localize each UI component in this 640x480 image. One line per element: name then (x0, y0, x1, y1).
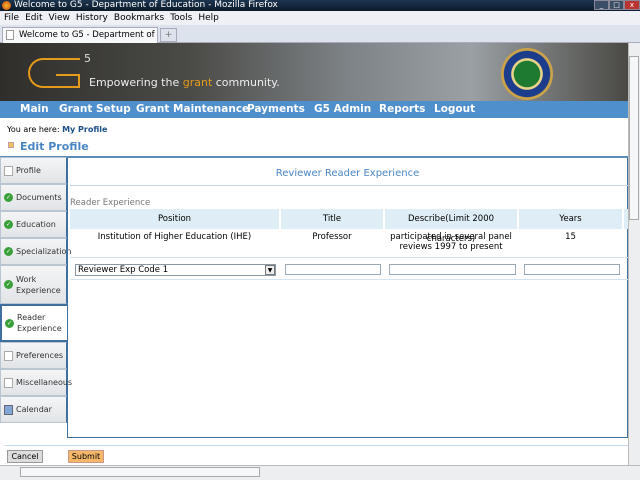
cell-describe: participated in several panel reviews 19… (390, 232, 512, 252)
section-heading: Reader Experience (70, 198, 151, 208)
nav-grant-maintenance[interactable]: Grant Maintenance (136, 101, 249, 118)
sidebar-item-calendar[interactable]: Calendar (0, 396, 67, 423)
sidebar-label: Documents (16, 193, 62, 202)
sidebar-label: Work Experience (16, 274, 61, 295)
tagline-pre: Empowering the (89, 76, 183, 89)
new-tab-button[interactable]: + (160, 28, 177, 42)
sidebar-item-miscellaneous[interactable]: Miscellaneous (0, 369, 72, 396)
sidebar-label: Specialization (16, 247, 72, 256)
nav-main[interactable]: Main (20, 101, 49, 118)
sidebar-item-work-experience[interactable]: ✓ Work Experience (0, 265, 67, 304)
sidebar-item-education[interactable]: ✓ Education (0, 211, 67, 238)
nav-grant-setup[interactable]: Grant Setup (59, 101, 131, 118)
page-title: Edit Profile (20, 140, 89, 153)
menu-bar: File Edit View History Bookmarks Tools Help (0, 11, 640, 25)
firefox-icon (2, 1, 11, 10)
nav-payments[interactable]: Payments (247, 101, 305, 118)
cancel-button[interactable]: Cancel (7, 450, 43, 463)
sidebar-label: Education (16, 220, 56, 229)
document-icon (4, 350, 13, 361)
years-input[interactable] (524, 264, 620, 275)
divider (5, 445, 628, 446)
menu-edit[interactable]: Edit (25, 13, 42, 23)
chevron-down-icon[interactable]: ▼ (265, 265, 275, 275)
tagline-post: community. (212, 76, 280, 89)
window-title-bar: Welcome to G5 - Department of Education … (0, 0, 640, 11)
sidebar-item-documents[interactable]: ✓ Documents (0, 184, 67, 211)
main-nav: Main Grant Setup Grant Maintenance Payme… (0, 101, 628, 118)
submit-button[interactable]: Submit (68, 450, 104, 463)
browser-tab[interactable]: Welcome to G5 - Department of Edu... (2, 27, 158, 54)
window-title: Welcome to G5 - Department of Education … (14, 0, 278, 10)
sidebar-item-reader-experience[interactable]: ✓ Reader Experience (0, 304, 67, 342)
nav-reports[interactable]: Reports (379, 101, 425, 118)
menu-tools[interactable]: Tools (170, 13, 192, 23)
edit-icon (8, 142, 14, 148)
document-icon (4, 377, 13, 388)
g5-logo (28, 58, 80, 88)
vertical-scroll-thumb[interactable] (629, 56, 639, 220)
calendar-icon (4, 404, 13, 415)
content-panel (67, 157, 628, 438)
row-divider (70, 257, 628, 258)
maximize-button[interactable]: □ (609, 0, 624, 10)
title-input[interactable] (285, 264, 381, 275)
sidebar-label: Miscellaneous (16, 378, 73, 387)
check-icon: ✓ (4, 247, 13, 256)
menu-file[interactable]: File (4, 13, 19, 23)
breadcrumb-prefix: You are here: (7, 125, 60, 134)
nav-g5-admin[interactable]: G5 Admin (314, 101, 371, 118)
breadcrumb: You are here: My Profile (7, 125, 107, 134)
position-select-value: Reviewer Exp Code 1 (78, 265, 169, 275)
sidebar-label: Profile (16, 166, 41, 175)
close-button[interactable]: x (624, 0, 640, 10)
column-header-title: Title (281, 209, 383, 229)
nav-logout[interactable]: Logout (434, 101, 475, 118)
sidebar-item-profile[interactable]: Profile (0, 157, 67, 184)
page-icon (6, 30, 14, 40)
check-icon: ✓ (4, 193, 13, 202)
column-header-describe: Describe(Limit 2000 characters) (385, 209, 517, 244)
position-select[interactable]: Reviewer Exp Code 1 (75, 264, 276, 276)
menu-help[interactable]: Help (198, 13, 219, 23)
sidebar-label: Preferences (16, 351, 64, 360)
divider (70, 185, 628, 186)
tagline: Empowering the grant community. (89, 76, 280, 89)
describe-input[interactable] (389, 264, 516, 275)
g5-logo-superscript: 5 (84, 52, 91, 65)
g5-logo-stem (78, 74, 80, 87)
sidebar-label: Calendar (16, 405, 52, 414)
tagline-accent: grant (182, 76, 213, 89)
department-seal-icon (501, 48, 553, 100)
row-divider (70, 279, 628, 280)
column-header-position: Position (70, 209, 279, 229)
menu-bookmarks[interactable]: Bookmarks (114, 13, 164, 23)
menu-history[interactable]: History (76, 13, 108, 23)
horizontal-scroll-thumb[interactable] (20, 467, 260, 477)
check-icon: ✓ (4, 220, 13, 229)
menu-view[interactable]: View (49, 13, 70, 23)
minimize-button[interactable]: _ (594, 0, 609, 10)
g5-logo-bar (56, 74, 80, 76)
check-icon: ✓ (4, 280, 13, 289)
sidebar-item-specialization[interactable]: ✓ Specialization (0, 238, 71, 265)
check-icon: ✓ (5, 318, 14, 328)
sidebar-label: Reader Experience (17, 313, 62, 333)
cell-position: Institution of Higher Education (IHE) (97, 232, 252, 242)
document-icon (4, 165, 13, 176)
sidebar-item-preferences[interactable]: Preferences (0, 342, 67, 369)
column-header-years: Years (519, 209, 622, 229)
panel-title: Reviewer Reader Experience (275, 168, 420, 179)
cell-years: 15 (565, 232, 576, 242)
breadcrumb-current[interactable]: My Profile (62, 125, 107, 134)
cell-title: Professor (312, 232, 352, 242)
